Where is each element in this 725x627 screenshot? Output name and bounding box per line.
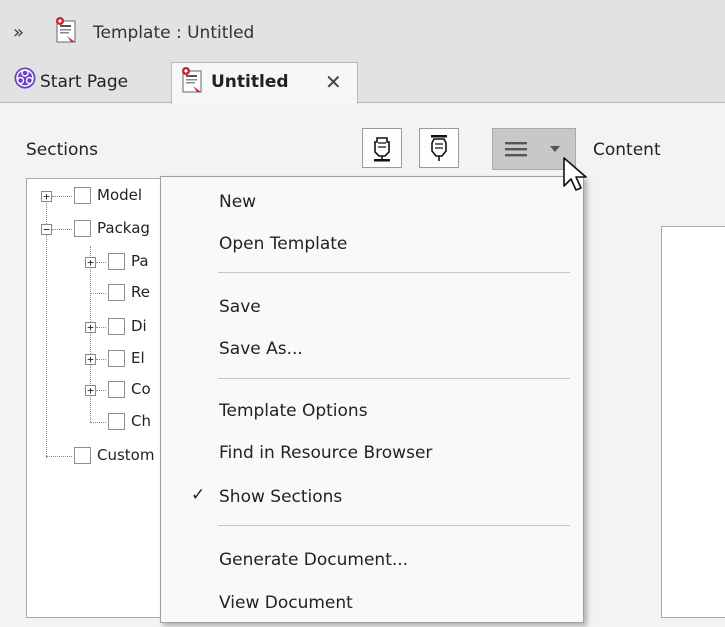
- start-page-icon: [14, 67, 36, 89]
- alt-section-button[interactable]: [419, 128, 459, 168]
- menu-item-save[interactable]: Save: [219, 297, 261, 317]
- content-panel[interactable]: [661, 226, 725, 618]
- content-label: Content: [593, 140, 661, 160]
- tab-start-page-label: Start Page: [40, 72, 129, 92]
- tree-checkbox[interactable]: [108, 253, 125, 270]
- tree-item-label: El: [131, 349, 145, 367]
- menu-item-show-sections[interactable]: Show Sections: [219, 487, 342, 507]
- expand-toggle[interactable]: +: [41, 191, 52, 202]
- tab-untitled-label: Untitled: [211, 72, 289, 92]
- template-doc-icon: [182, 67, 202, 93]
- tree-checkbox[interactable]: [108, 350, 125, 367]
- tree-checkbox[interactable]: [108, 318, 125, 335]
- edit-section-button[interactable]: [362, 128, 402, 168]
- menu-item-generate-document[interactable]: Generate Document...: [219, 550, 408, 570]
- tree-checkbox[interactable]: [74, 220, 91, 237]
- pen-alt-icon: [431, 135, 447, 161]
- tree-connector: [46, 200, 47, 458]
- tree-item-label: Model: [97, 186, 143, 204]
- tree-item-label: Co: [131, 380, 151, 398]
- tree-connector: [46, 456, 72, 457]
- tree-connector: [96, 327, 106, 328]
- close-icon[interactable]: ✕: [325, 70, 342, 94]
- menu-item-save-as[interactable]: Save As...: [219, 339, 303, 359]
- tree-connector: [96, 390, 106, 391]
- tree-item-label: Pa: [131, 252, 149, 270]
- tree-checkbox[interactable]: [74, 187, 91, 204]
- tree-connector: [90, 422, 106, 423]
- tree-item-label: Re: [131, 283, 150, 301]
- expand-toggle[interactable]: +: [85, 257, 96, 268]
- tree-connector: [96, 262, 106, 263]
- tree-connector: [90, 293, 106, 294]
- collapse-toggle[interactable]: −: [41, 224, 52, 235]
- menu-item-template-options[interactable]: Template Options: [219, 401, 368, 421]
- tree-checkbox[interactable]: [108, 284, 125, 301]
- check-icon: ✓: [191, 485, 206, 505]
- menu-item-find-in-resource-browser[interactable]: Find in Resource Browser: [219, 443, 432, 463]
- tree-connector: [52, 229, 72, 230]
- window-title: Template : Untitled: [93, 23, 255, 43]
- tree-item-label: Ch: [131, 412, 151, 430]
- tree-connector: [96, 359, 106, 360]
- tree-item-label: Custom: [97, 446, 155, 464]
- sections-label: Sections: [26, 140, 99, 160]
- menu-separator: [218, 525, 570, 526]
- expand-toggle[interactable]: +: [85, 385, 96, 396]
- mouse-pointer-icon: [563, 157, 587, 191]
- tree-checkbox[interactable]: [74, 447, 91, 464]
- expand-toggle[interactable]: +: [85, 354, 96, 365]
- tree-connector: [52, 196, 72, 197]
- menu-separator: [218, 272, 570, 273]
- menu-item-new[interactable]: New: [219, 192, 256, 212]
- menu-separator: [218, 378, 570, 379]
- tree-item-label: Packag: [97, 219, 150, 237]
- tree-checkbox[interactable]: [108, 381, 125, 398]
- template-doc-icon: [56, 17, 76, 43]
- pen-edit-icon: [374, 137, 390, 162]
- expand-chevron-icon[interactable]: »: [13, 22, 24, 43]
- expand-toggle[interactable]: +: [85, 322, 96, 333]
- tree-checkbox[interactable]: [108, 413, 125, 430]
- menu-item-open-template[interactable]: Open Template: [219, 234, 347, 254]
- tree-item-label: Di: [131, 317, 147, 335]
- menu-item-view-document[interactable]: View Document: [219, 593, 353, 613]
